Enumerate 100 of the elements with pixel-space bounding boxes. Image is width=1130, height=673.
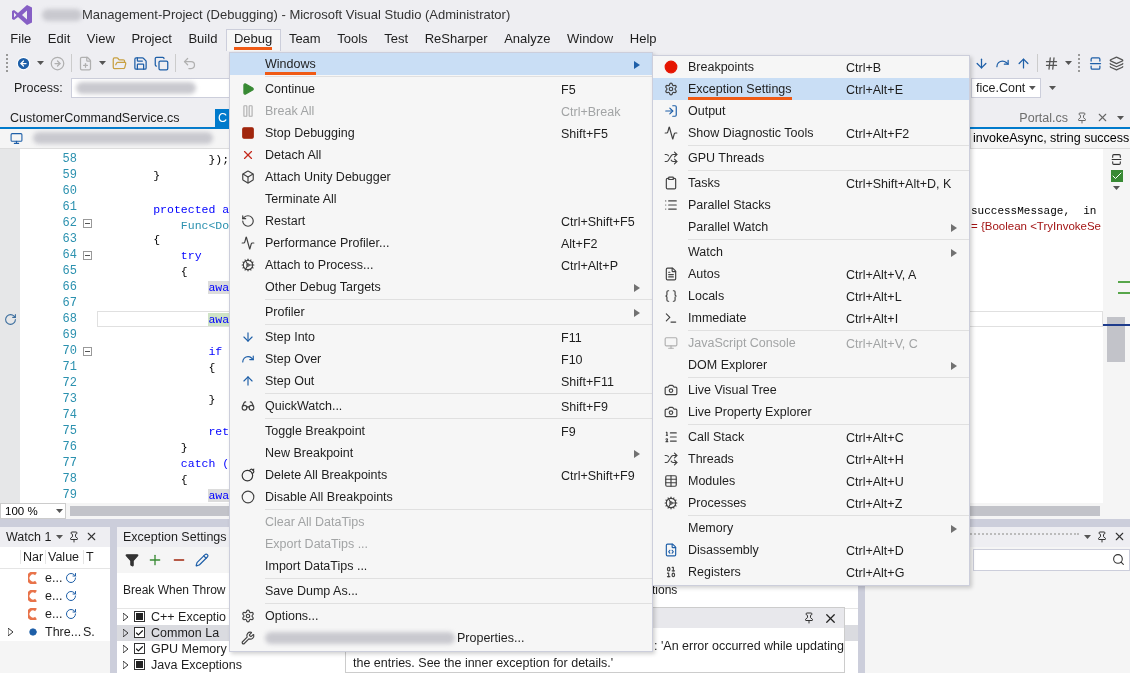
menu-item[interactable]: Immediate Ctrl+Alt+I — [653, 307, 969, 329]
menu-item[interactable]: Disable All Breakpoints — [230, 486, 652, 508]
menu-item[interactable]: Windows — [230, 53, 652, 75]
menu-bar-item[interactable]: Analyze — [495, 29, 559, 51]
scroll-thumb[interactable] — [1107, 317, 1125, 363]
menu-item[interactable]: Show Diagnostic Tools Ctrl+Alt+F2 — [653, 122, 969, 144]
menu-item[interactable]: Options... — [230, 605, 652, 627]
column-header[interactable]: Value — [45, 550, 83, 565]
menu-bar-item[interactable]: ReSharper — [416, 29, 496, 51]
overflow-icon[interactable] — [1049, 86, 1056, 91]
menu-item[interactable]: Threads Ctrl+Alt+H — [653, 448, 969, 470]
menu-item[interactable]: Autos Ctrl+Alt+V, A — [653, 263, 969, 285]
menu-item[interactable]: Other Debug Targets — [230, 276, 652, 298]
menu-item[interactable]: Exception Settings Ctrl+Alt+E — [653, 78, 969, 100]
edit-icon[interactable] — [195, 553, 209, 567]
menu-item[interactable]: Parallel Stacks — [653, 194, 969, 216]
save-icon[interactable] — [133, 55, 148, 71]
caret-icon[interactable] — [1084, 535, 1091, 539]
vertical-scroll-bar[interactable] — [1103, 149, 1130, 504]
step-out-icon[interactable] — [1016, 55, 1031, 71]
back-icon[interactable] — [16, 55, 31, 71]
menu-item[interactable]: QuickWatch... Shift+F9 — [230, 395, 652, 417]
step-into-icon[interactable] — [974, 55, 989, 71]
stop-icon — [240, 126, 255, 140]
caret-icon[interactable] — [1029, 86, 1036, 91]
menu-item[interactable]: Performance Profiler... Alt+F2 — [230, 232, 652, 254]
document-tab[interactable]: Portal.cs — [1019, 110, 1068, 125]
zoom-dropdown[interactable]: 100 % — [0, 503, 66, 520]
caret-icon[interactable] — [56, 535, 64, 539]
caret-icon[interactable] — [1117, 115, 1124, 120]
menu-item[interactable]: Toggle Breakpoint F9 — [230, 420, 652, 442]
menu-item[interactable]: Breakpoints Ctrl+B — [653, 56, 969, 78]
menu-item[interactable]: Tasks Ctrl+Shift+Alt+D, K — [653, 172, 969, 194]
menu-item[interactable]: GPU Threads — [653, 147, 969, 169]
menu-bar-item[interactable]: Tools — [328, 29, 376, 51]
target-dropdown[interactable]: fice.Cont — [971, 78, 1041, 99]
menu-item[interactable]: Detach All — [230, 144, 652, 166]
caret-icon[interactable] — [56, 509, 63, 514]
menu-item[interactable]: Terminate All — [230, 188, 652, 210]
menu-item[interactable]: Call Stack Ctrl+Alt+C — [653, 426, 969, 448]
checkbox[interactable] — [134, 659, 145, 671]
add-icon[interactable] — [147, 552, 163, 568]
menu-item[interactable]: Step Into F11 — [230, 326, 652, 348]
layers-icon[interactable] — [1109, 55, 1124, 71]
camera-icon — [663, 383, 678, 397]
filter-icon[interactable] — [125, 553, 139, 567]
column-header[interactable]: Nar — [20, 550, 45, 565]
menu-item[interactable]: Disassembly Ctrl+Alt+D — [653, 539, 969, 561]
menu-item[interactable]: Parallel Watch — [653, 216, 969, 238]
code-text: try — [180, 248, 202, 262]
menu-bar-item[interactable]: Help — [621, 29, 665, 51]
menu-item[interactable]: Attach Unity Debugger — [230, 166, 652, 188]
menu-item[interactable]: Properties... — [230, 627, 652, 649]
menu-bar-item[interactable]: View — [78, 29, 124, 51]
menu-item[interactable]: DOM Explorer — [653, 354, 969, 376]
collapse-icon[interactable] — [82, 250, 92, 260]
menu-item[interactable]: Processes Ctrl+Alt+Z — [653, 492, 969, 514]
menu-bar-item[interactable]: Team — [280, 29, 329, 51]
caret-icon[interactable] — [37, 61, 44, 66]
camera-icon — [663, 405, 678, 419]
save-all-icon[interactable] — [154, 55, 169, 71]
column-header[interactable]: T — [83, 550, 110, 565]
collapse-icon[interactable] — [82, 218, 92, 228]
menu-item[interactable]: Import DataTips ... — [230, 555, 652, 577]
menu-item[interactable]: Registers Ctrl+Alt+G — [653, 561, 969, 583]
menu-item[interactable]: Profiler — [230, 301, 652, 323]
menu-item[interactable]: Stop Debugging Shift+F5 — [230, 122, 652, 144]
search-field[interactable] — [973, 549, 1130, 571]
menu-bar-item[interactable]: Test — [375, 29, 417, 51]
menu-item[interactable]: New Breakpoint — [230, 442, 652, 464]
panel-icon[interactable] — [1088, 55, 1103, 71]
menu-item[interactable]: Step Out Shift+F11 — [230, 370, 652, 392]
menu-item[interactable]: Save Dump As... — [230, 580, 652, 602]
menu-item[interactable]: Live Visual Tree — [653, 379, 969, 401]
menu-item[interactable]: Delete All Breakpoints Ctrl+Shift+F9 — [230, 464, 652, 486]
menu-bar-item[interactable]: Build — [180, 29, 226, 51]
menu-item[interactable]: Locals Ctrl+Alt+L — [653, 285, 969, 307]
menu-item[interactable]: Attach to Process... Ctrl+Alt+P — [230, 254, 652, 276]
menu-item[interactable]: Modules Ctrl+Alt+U — [653, 470, 969, 492]
menu-item[interactable]: Memory — [653, 517, 969, 539]
checkbox[interactable] — [134, 627, 145, 639]
menu-item[interactable]: Step Over F10 — [230, 348, 652, 370]
expand-icon[interactable] — [7, 628, 13, 636]
menu-bar-item[interactable]: Debug — [225, 29, 281, 51]
menu-item[interactable]: Continue F5 — [230, 78, 652, 100]
menu-item[interactable]: Restart Ctrl+Shift+F5 — [230, 210, 652, 232]
checkbox[interactable] — [134, 643, 145, 655]
scroll-up-icon[interactable] — [1113, 186, 1120, 191]
caret-icon[interactable] — [99, 61, 106, 66]
menu-bar-item[interactable]: Project — [123, 29, 181, 51]
checkbox[interactable] — [134, 611, 145, 623]
caret-icon[interactable] — [1065, 61, 1072, 66]
menu-item[interactable]: Output — [653, 100, 969, 122]
menu-bar-item[interactable]: Edit — [39, 29, 79, 51]
menu-bar-item[interactable]: Window — [558, 29, 622, 51]
menu-item[interactable]: Live Property Explorer — [653, 401, 969, 423]
menu-bar-item[interactable]: File — [2, 29, 40, 51]
hash-icon[interactable] — [1044, 55, 1059, 71]
menu-item[interactable]: Watch — [653, 241, 969, 263]
collapse-icon[interactable] — [82, 346, 92, 356]
